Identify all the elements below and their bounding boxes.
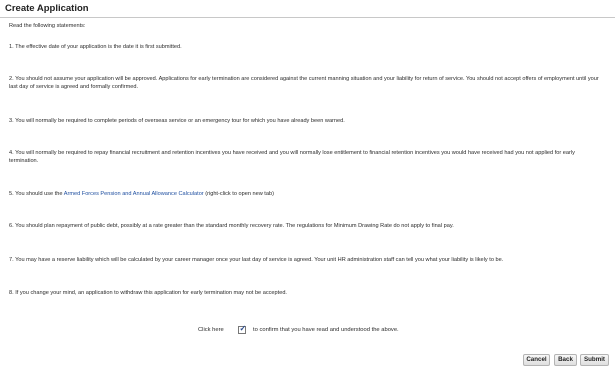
confirm-checkbox[interactable]: ✓	[238, 324, 247, 334]
statement-4: 4. You will normally be required to repa…	[9, 150, 575, 165]
page-title: Create Application	[5, 3, 89, 14]
intro-text: Read the following statements:	[9, 23, 86, 29]
confirm-row: Click here ✓ to confirm that you have re…	[0, 324, 615, 337]
cancel-button[interactable]: Cancel	[523, 354, 550, 366]
statement-5: 5. You should use the Armed Forces Pensi…	[9, 190, 601, 198]
statement-2: 2. You should not assume your applicatio…	[9, 76, 599, 91]
statement-5-suffix: (right-click to open new tab)	[203, 191, 274, 197]
back-button[interactable]: Back	[554, 354, 577, 366]
statement-5-prefix: 5. You should use the	[9, 191, 64, 197]
checkmark-icon: ✓	[239, 324, 247, 333]
pension-calculator-link[interactable]: Armed Forces Pension and Annual Allowanc…	[64, 191, 204, 197]
submit-button[interactable]: Submit	[580, 354, 609, 366]
statement-3: 3. You will normally be required to comp…	[9, 118, 345, 124]
statement-8: 8. If you change your mind, an applicati…	[9, 290, 287, 296]
confirm-label-suffix: to confirm that you have read and unders…	[253, 327, 399, 333]
page-header: Create Application	[0, 0, 615, 18]
confirm-label-prefix: Click here	[198, 327, 224, 333]
statement-7: 7. You may have a reserve liability whic…	[9, 257, 504, 263]
statement-6: 6. You should plan repayment of public d…	[9, 223, 454, 229]
statement-1: 1. The effective date of your applicatio…	[9, 44, 182, 50]
